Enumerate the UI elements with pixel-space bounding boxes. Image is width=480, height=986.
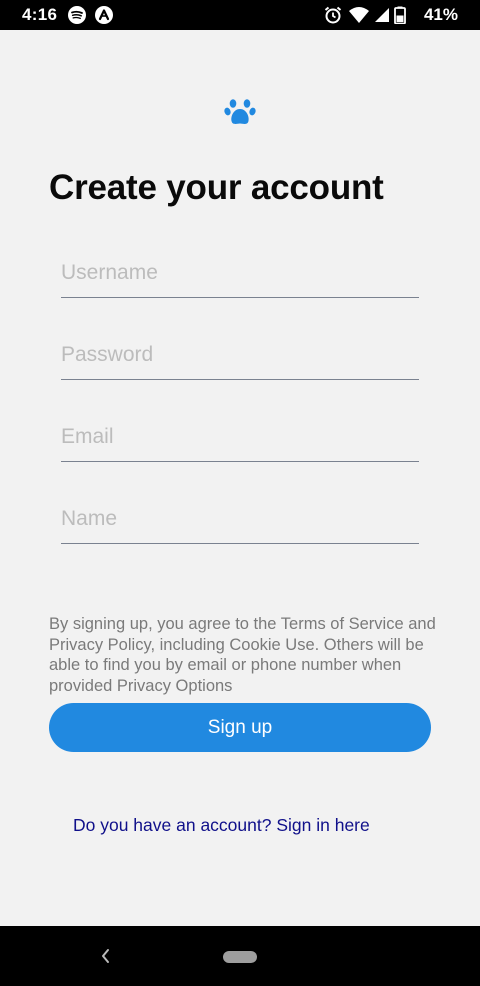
signal-icon	[375, 8, 389, 22]
battery-percent: 41%	[423, 5, 458, 24]
page-title: Create your account	[49, 168, 384, 207]
terms-text: By signing up, you agree to the Terms of…	[49, 615, 436, 695]
paw-icon	[224, 99, 256, 124]
arc-app-icon	[95, 6, 113, 24]
status-bar: 4:16 41%	[0, 0, 480, 30]
email-field-container	[61, 412, 419, 462]
status-time: 4:16	[22, 5, 58, 24]
back-chevron-icon[interactable]	[96, 944, 116, 968]
username-field-container	[61, 248, 419, 298]
username-input[interactable]	[61, 248, 419, 297]
name-input[interactable]	[61, 494, 419, 543]
spotify-icon	[68, 6, 86, 24]
home-pill-icon[interactable]	[223, 951, 257, 963]
signup-button[interactable]: Sign up	[49, 703, 431, 752]
name-field-container	[61, 494, 419, 544]
wifi-icon	[349, 7, 369, 23]
email-input[interactable]	[61, 412, 419, 461]
signin-link[interactable]: Do you have an account? Sign in here	[73, 815, 370, 836]
battery-icon	[394, 6, 406, 24]
password-field-container	[61, 330, 419, 380]
alarm-icon	[324, 6, 342, 24]
password-input[interactable]	[61, 330, 419, 379]
